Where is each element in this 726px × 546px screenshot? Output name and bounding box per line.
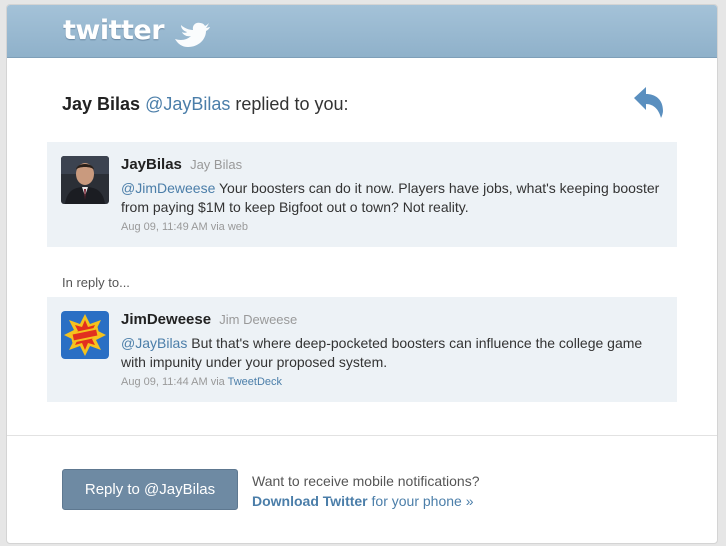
sender-handle[interactable]: @JayBilas: [145, 94, 230, 114]
twitter-logo[interactable]: twitter: [63, 15, 165, 46]
via-source-link[interactable]: TweetDeck: [228, 376, 282, 388]
reply-button[interactable]: Reply to @JayBilas: [62, 469, 238, 510]
mention-link[interactable]: @JimDeweese: [121, 180, 215, 196]
author-screen-name[interactable]: JayBilas: [121, 156, 182, 173]
download-link-rest[interactable]: for your phone »: [372, 493, 474, 509]
tweet-timestamp[interactable]: Aug 09, 11:44 AM via: [121, 376, 225, 388]
tweet-item: JimDeweese Jim Deweese @JayBilas But tha…: [47, 297, 677, 402]
tweet-item: JayBilas Jay Bilas @JimDeweese Your boos…: [47, 142, 677, 247]
tweet-timestamp[interactable]: Aug 09, 11:49 AM via: [121, 221, 225, 233]
tweet-text: @JayBilas But that's where deep-pocketed…: [121, 334, 661, 372]
bird-icon: [171, 21, 211, 49]
reply-icon[interactable]: [631, 85, 667, 119]
author-screen-name[interactable]: JimDeweese: [121, 311, 211, 328]
tweet-author: JayBilas Jay Bilas: [121, 156, 242, 173]
tweet-meta: Aug 09, 11:49 AM via web: [121, 221, 248, 233]
tweet-body: But that's where deep-pocketed boosters …: [121, 335, 643, 370]
author-full-name: Jay Bilas: [190, 157, 243, 172]
tweet-author: JimDeweese Jim Deweese: [121, 311, 297, 328]
tweet-meta: Aug 09, 11:44 AM via TweetDeck: [121, 376, 282, 388]
email-header: twitter: [7, 5, 717, 58]
action-text: replied to you:: [235, 94, 349, 114]
mention-link[interactable]: @JayBilas: [121, 335, 187, 351]
avatar[interactable]: [61, 156, 109, 204]
via-source: web: [227, 221, 249, 233]
sender-name[interactable]: Jay Bilas: [62, 94, 140, 114]
download-link-bold[interactable]: Download Twitter: [252, 493, 368, 509]
in-reply-label: In reply to...: [62, 275, 130, 290]
mobile-promo: Want to receive mobile notifications? Do…: [252, 471, 479, 511]
promo-text: Want to receive mobile notifications?: [252, 473, 480, 489]
notification-card: twitter Jay Bilas @JayBilas replied to y…: [6, 4, 718, 544]
author-full-name: Jim Deweese: [219, 312, 298, 327]
avatar[interactable]: [61, 311, 109, 359]
tweet-text: @JimDeweese Your boosters can do it now.…: [121, 179, 661, 217]
download-link[interactable]: Download Twitter for your phone »: [252, 491, 479, 511]
divider: [7, 435, 717, 436]
page-title: Jay Bilas @JayBilas replied to you:: [62, 94, 348, 115]
